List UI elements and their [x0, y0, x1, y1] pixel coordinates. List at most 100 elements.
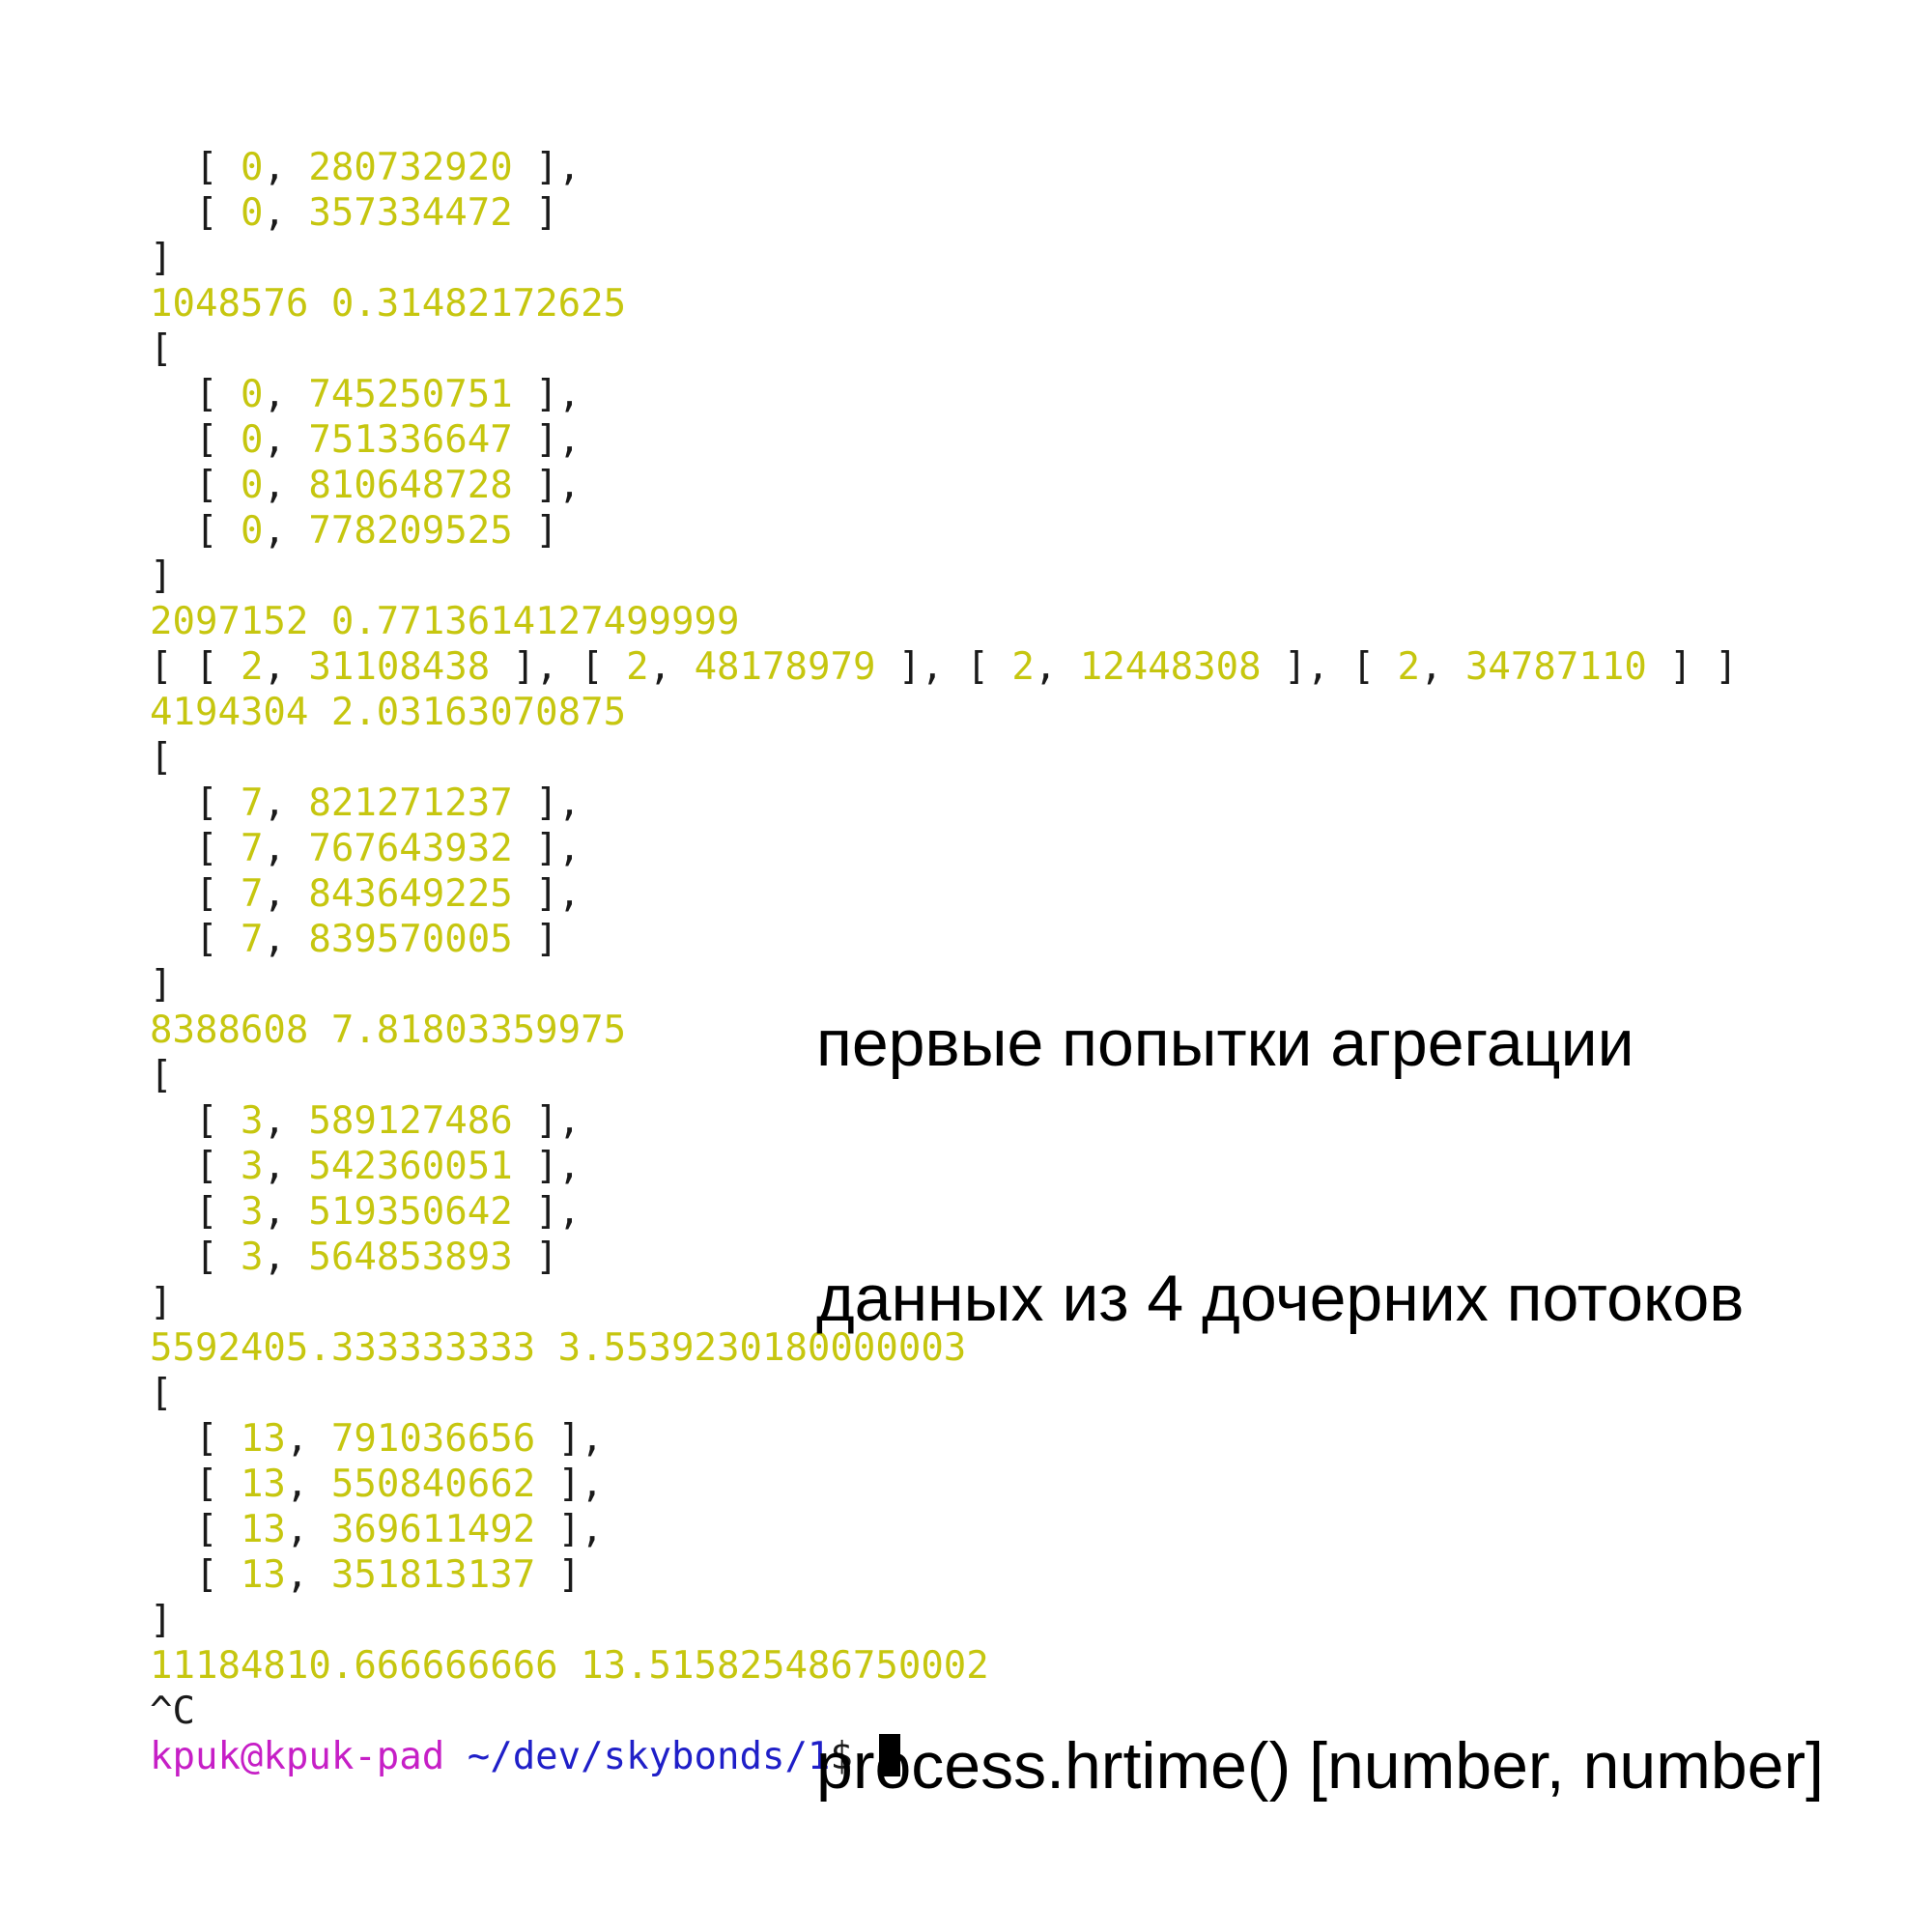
tuple-seconds: 7: [240, 872, 264, 916]
bracket: ]: [535, 1553, 582, 1597]
tuple-seconds: 3: [240, 1236, 264, 1279]
terminal-text: [: [150, 327, 173, 371]
tuple-seconds: 2: [1397, 645, 1420, 689]
comma: ,: [263, 827, 309, 870]
bracket: [: [194, 1099, 241, 1143]
bracket: ],: [512, 418, 582, 462]
tuple-nanoseconds: 821271237: [308, 781, 513, 825]
bracket: ]: [512, 1236, 558, 1279]
comma: ,: [263, 373, 309, 416]
bracket: ],: [535, 1463, 604, 1506]
tuple-nanoseconds: 12448308: [1079, 645, 1262, 689]
bracket: ],: [1261, 645, 1352, 689]
tuple-nanoseconds: 839570005: [308, 918, 513, 961]
tuple-seconds: 0: [240, 146, 264, 189]
terminal-text: ]: [150, 237, 173, 280]
tuple-seconds: 2: [1011, 645, 1035, 689]
tuple-nanoseconds: 778209525: [308, 509, 513, 553]
tuple-nanoseconds: 519350642: [308, 1190, 513, 1234]
tuple-nanoseconds: 357334472: [308, 191, 513, 235]
comma: ,: [285, 1463, 331, 1506]
bracket: [: [194, 509, 241, 553]
terminal-line: [ [ 2, 31108438 ], [ 2, 48178979 ], [ 2,…: [150, 644, 1738, 690]
terminal-text: ]: [150, 963, 173, 1007]
prompt-user-host: kpuk@kpuk-pad: [150, 1735, 445, 1778]
terminal-text: 8388608 7.81803359975: [150, 1009, 627, 1052]
comma: ,: [648, 645, 695, 689]
bracket: [: [194, 1190, 241, 1234]
tuple-nanoseconds: 843649225: [308, 872, 513, 916]
tuple-seconds: 13: [240, 1463, 286, 1506]
comma: ,: [285, 1417, 331, 1461]
terminal-line: 1048576 0.31482172625: [150, 281, 1738, 327]
comma: ,: [263, 418, 309, 462]
tuple-nanoseconds: 767643932: [308, 827, 513, 870]
comma: ,: [263, 781, 309, 825]
bracket: [: [194, 191, 241, 235]
tuple-seconds: 7: [240, 827, 264, 870]
terminal-line: [: [150, 735, 1738, 781]
bracket: [: [581, 645, 627, 689]
comma: ,: [263, 1236, 309, 1279]
terminal-line: [ 0, 778209525 ]: [150, 508, 1738, 554]
tuple-nanoseconds: 564853893: [308, 1236, 513, 1279]
tuple-seconds: 0: [240, 373, 264, 416]
bracket: ],: [512, 464, 582, 507]
bracket: ]: [512, 918, 558, 961]
bracket: [: [194, 872, 241, 916]
tuple-nanoseconds: 351813137: [330, 1553, 536, 1597]
bracket: [: [194, 1417, 241, 1461]
tuple-nanoseconds: 745250751: [308, 373, 513, 416]
tuple-nanoseconds: 751336647: [308, 418, 513, 462]
bracket: ],: [512, 827, 582, 870]
caption-line-3: process.hrtime() [number, number]: [816, 1729, 1825, 1803]
tuple-seconds: 7: [240, 918, 264, 961]
tuple-nanoseconds: 550840662: [330, 1463, 536, 1506]
terminal-line: ]: [150, 236, 1738, 281]
bracket: ],: [875, 645, 967, 689]
comma: ,: [263, 1145, 309, 1188]
tuple-seconds: 0: [240, 418, 264, 462]
terminal-line: [ 7, 821271237 ],: [150, 781, 1738, 826]
terminal-text: [: [150, 1054, 173, 1097]
comma: ,: [263, 146, 309, 189]
bracket: ],: [512, 146, 582, 189]
terminal-line: [ 0, 745250751 ],: [150, 372, 1738, 417]
bracket: [: [194, 464, 241, 507]
tuple-seconds: 0: [240, 191, 264, 235]
bracket: ]: [1715, 645, 1738, 689]
bracket: ]: [512, 191, 558, 235]
terminal-text: 2097152 0.7713614127499999: [150, 600, 740, 643]
tuple-seconds: 0: [240, 509, 264, 553]
bracket: ],: [512, 1190, 582, 1234]
comma: ,: [263, 464, 309, 507]
comma: ,: [1034, 645, 1080, 689]
terminal-text: ]: [150, 554, 173, 598]
comma: ,: [1419, 645, 1465, 689]
terminal-text: [: [150, 736, 173, 780]
bracket: ],: [512, 373, 582, 416]
bracket: ]: [512, 509, 558, 553]
comma: ,: [263, 509, 309, 553]
tuple-seconds: 3: [240, 1190, 264, 1234]
caption-block: первые попытки агрегации данных из 4 доч…: [816, 831, 1824, 1893]
bracket: [: [194, 827, 241, 870]
tuple-nanoseconds: 791036656: [330, 1417, 536, 1461]
bracket: [: [150, 645, 195, 689]
terminal-text: 1048576 0.31482172625: [150, 282, 627, 326]
terminal-line: 4194304 2.03163070875: [150, 690, 1738, 735]
bracket: ],: [512, 1145, 582, 1188]
comma: ,: [263, 645, 309, 689]
comma: ,: [285, 1553, 331, 1597]
